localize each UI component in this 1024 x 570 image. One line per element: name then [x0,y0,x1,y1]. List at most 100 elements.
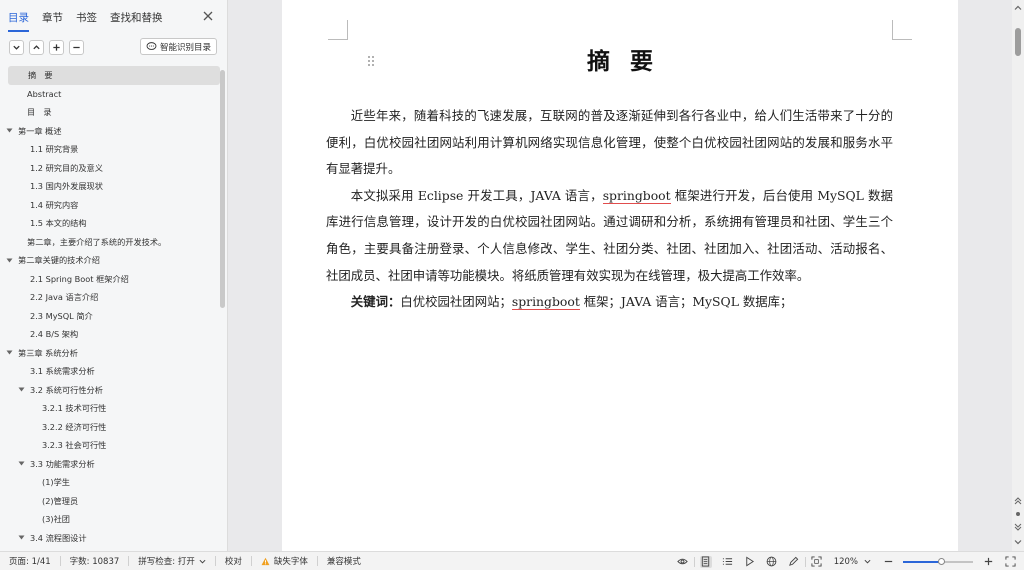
toc-item[interactable]: 1.4 研究内容 [0,196,228,215]
document-area: 摘要 近些年来，随着科技的飞速发展，互联网的普及逐渐延伸到各行各业中，给人们生活… [229,0,1012,551]
spelling-error[interactable]: springboot [602,187,671,204]
select-browse-object-icon[interactable] [1014,510,1022,518]
toc-item[interactable]: Abstract [0,85,228,104]
toc-item-label: (2)管理员 [42,495,79,506]
sidebar-scrollbar[interactable] [220,70,225,308]
abstract-body[interactable]: 近些年来，随着科技的飞速发展，互联网的普及逐渐延伸到各行各业中，给人们生活带来了… [326,103,893,316]
toc-item-label: 第二章关键的技术介绍 [18,255,100,266]
fullscreen-icon[interactable] [1004,556,1016,568]
toc-item-label: 1.2 研究目的及意义 [30,162,103,173]
toc-item[interactable]: 3.1 系统需求分析 [0,362,228,381]
tab-bookmarks[interactable]: 书签 [76,8,97,27]
next-page-icon[interactable] [1014,523,1022,531]
toc-item[interactable]: 第一章 概述 [0,122,228,141]
vertical-scrollbar[interactable] [1012,0,1024,551]
toc-item[interactable]: 1.2 研究目的及意义 [0,159,228,178]
zoom-in-icon[interactable] [982,556,994,568]
zoom-slider-knob[interactable] [937,557,945,565]
chevron-down-icon[interactable] [864,558,871,565]
triangle-down-icon[interactable] [6,257,13,264]
tab-chapters[interactable]: 章节 [42,8,63,27]
keywords-line[interactable]: 关键词：白优校园社团网站；springboot 框架；JAVA 语言；MySQL… [326,289,893,316]
zoom-out-icon[interactable] [882,556,894,568]
keywords-text-a: 白优校园社团网站； [400,294,512,310]
toc-item[interactable]: (2)管理员 [0,492,228,511]
toc-item-label: 1.4 研究内容 [30,199,79,210]
toc-item[interactable]: 3.4 流程图设计 [0,529,228,548]
tab-find-replace[interactable]: 查找和替换 [110,8,163,27]
toc-item[interactable]: 3.3 功能需求分析 [0,455,228,474]
plus-icon [53,43,60,51]
paragraph-1[interactable]: 近些年来，随着科技的飞速发展，互联网的普及逐渐延伸到各行各业中，给人们生活带来了… [326,103,893,183]
toc-item-label: 目 录 [27,107,52,118]
play-icon[interactable] [744,556,756,568]
toc-item-label: 第一章 概述 [18,125,62,136]
spell-check-toggle[interactable]: 拼写检查: 打开 [129,555,215,567]
eye-icon[interactable] [677,556,689,568]
toc-item[interactable]: 摘 要 [8,66,220,85]
proofread-button[interactable]: 校对 [216,555,251,567]
spell-check-label: 拼写检查: 打开 [138,557,195,567]
scroll-up-icon[interactable] [1014,4,1022,12]
collapse-all-button[interactable] [9,39,24,55]
missing-font-button[interactable]: 缺失字体 [252,555,317,567]
toc-item[interactable]: (1)学生 [0,473,228,492]
tab-toc[interactable]: 目录 [8,8,29,32]
scroll-down-icon[interactable] [1014,538,1022,546]
toc-item[interactable]: 3.2 系统可行性分析 [0,381,228,400]
status-bar: 页面: 1/41 字数: 10837 拼写检查: 打开 校对 缺失字体 兼容模式… [0,551,1024,570]
smart-toc-button[interactable]: 智能识别目录 [139,38,217,55]
toc-item[interactable]: 1.1 研究背景 [0,140,228,159]
toc-item[interactable]: 1.5 本文的结构 [0,214,228,233]
fit-page-icon[interactable] [811,556,823,568]
remove-heading-button[interactable] [69,39,84,55]
zoom-level[interactable]: 120% [834,557,858,567]
word-count[interactable]: 字数: 10837 [61,555,129,567]
spelling-error[interactable]: springboot [511,294,580,311]
toc-item[interactable]: 3.2.3 社会可行性 [0,436,228,455]
divider [693,556,695,567]
toc-item[interactable]: 3.2.1 技术可行性 [0,399,228,418]
page-view-icon[interactable] [699,555,712,568]
missing-font-label: 缺失字体 [273,557,308,567]
toc-item[interactable]: 第二章关键的技术介绍 [0,251,228,270]
page-title[interactable]: 摘要 [282,42,958,76]
toc-item[interactable]: 第二章，主要介绍了系统的开发技术。 [0,233,228,252]
triangle-down-icon[interactable] [18,460,25,467]
page-indicator[interactable]: 页面: 1/41 [0,555,60,567]
warning-icon [261,557,270,565]
close-icon[interactable] [201,9,215,23]
globe-icon[interactable] [766,556,778,568]
chevron-down-icon [13,45,20,50]
toc-item[interactable]: (3)社团 [0,510,228,529]
toc-item[interactable]: 3.2.2 经济可行性 [0,418,228,437]
toc-item-label: 1.3 国内外发展现状 [30,181,103,192]
toc-item[interactable]: 目 录 [0,103,228,122]
toc-item-label: 3.2.1 技术可行性 [42,403,107,414]
previous-page-icon[interactable] [1014,497,1022,505]
toc-item-label: 3.2.3 社会可行性 [42,440,107,451]
zoom-slider[interactable] [903,556,973,568]
triangle-down-icon[interactable] [6,349,13,356]
toc-item[interactable]: 2.2 Java 语言介绍 [0,288,228,307]
pen-icon[interactable] [788,556,800,568]
toc-item[interactable]: 2.3 MySQL 简介 [0,307,228,326]
toc-item[interactable]: 2.1 Spring Boot 框架介绍 [0,270,228,289]
document-page[interactable]: 摘要 近些年来，随着科技的飞速发展，互联网的普及逐渐延伸到各行各业中，给人们生活… [282,0,958,551]
toc-item[interactable]: 2.4 B/S 架构 [0,325,228,344]
expand-all-button[interactable] [29,39,44,55]
chevron-down-icon [199,559,206,564]
divider [804,556,806,567]
paragraph-2[interactable]: 本文拟采用 Eclipse 开发工具，JAVA 语言，springboot 框架… [326,183,893,289]
toc-item[interactable]: 1.3 国内外发展现状 [0,177,228,196]
margin-mark-top-left [328,20,348,40]
triangle-down-icon[interactable] [18,386,25,393]
triangle-down-icon[interactable] [18,534,25,541]
scrollbar-thumb[interactable] [1015,28,1021,56]
add-heading-button[interactable] [49,39,64,55]
outline-view-icon[interactable] [722,556,734,568]
triangle-down-icon[interactable] [6,127,13,134]
toc-item-label: 1.1 研究背景 [30,144,79,155]
toc-item-label: 3.3 功能需求分析 [30,458,95,469]
toc-item[interactable]: 第三章 系统分析 [0,344,228,363]
